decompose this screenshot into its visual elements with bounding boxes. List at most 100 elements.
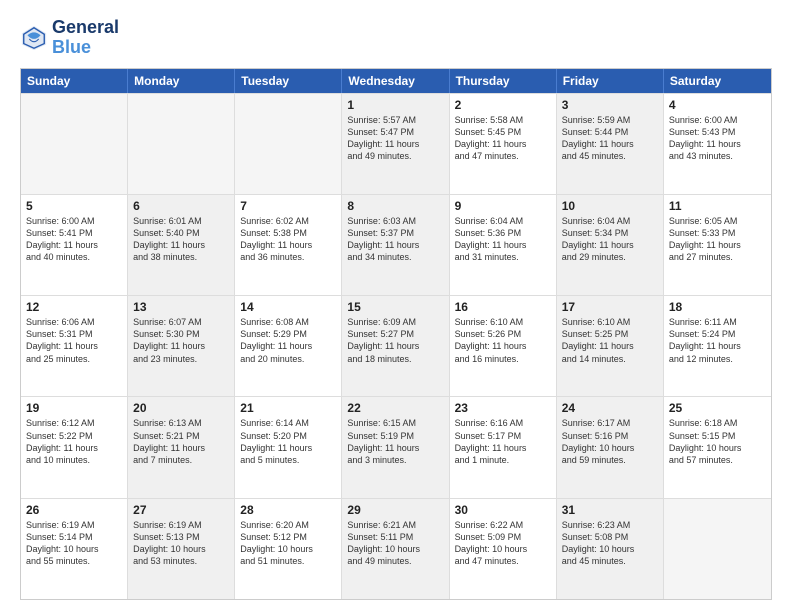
day-number: 8	[347, 199, 443, 213]
day-number: 19	[26, 401, 122, 415]
calendar-row-0: 1Sunrise: 5:57 AM Sunset: 5:47 PM Daylig…	[21, 93, 771, 194]
day-number: 3	[562, 98, 658, 112]
calendar-cell-day-16: 16 Sunrise: 6:10 AM Sunset: 5:26 PM Dayli…	[450, 296, 557, 396]
calendar-cell-day-20: 20 Sunrise: 6:13 AM Sunset: 5:21 PM Dayli…	[128, 397, 235, 497]
calendar-cell-day-8: 8Sunrise: 6:03 AM Sunset: 5:37 PM Daylig…	[342, 195, 449, 295]
calendar-cell-day-10: 10 Sunrise: 6:04 AM Sunset: 5:34 PM Dayli…	[557, 195, 664, 295]
day-number: 11	[669, 199, 766, 213]
calendar-cell-day-5: 5 Sunrise: 6:00 AM Sunset: 5:41 PM Daylig…	[21, 195, 128, 295]
calendar-header: SundayMondayTuesdayWednesdayThursdayFrid…	[21, 69, 771, 93]
calendar-cell-day-24: 24Sunrise: 6:17 AM Sunset: 5:16 PM Dayli…	[557, 397, 664, 497]
day-number: 27	[133, 503, 229, 517]
weekday-header-wednesday: Wednesday	[342, 69, 449, 93]
cell-info: Sunrise: 6:09 AM Sunset: 5:27 PM Dayligh…	[347, 316, 443, 365]
day-number: 23	[455, 401, 551, 415]
cell-info: Sunrise: 6:05 AM Sunset: 5:33 PM Dayligh…	[669, 215, 766, 264]
day-number: 7	[240, 199, 336, 213]
calendar-cell-day-23: 23Sunrise: 6:16 AM Sunset: 5:17 PM Dayli…	[450, 397, 557, 497]
day-number: 12	[26, 300, 122, 314]
calendar-body: 1Sunrise: 5:57 AM Sunset: 5:47 PM Daylig…	[21, 93, 771, 599]
calendar-cell-day-19: 19 Sunrise: 6:12 AM Sunset: 5:22 PM Dayli…	[21, 397, 128, 497]
cell-info: Sunrise: 6:23 AM Sunset: 5:08 PM Dayligh…	[562, 519, 658, 568]
calendar-cell-day-11: 11 Sunrise: 6:05 AM Sunset: 5:33 PM Dayli…	[664, 195, 771, 295]
day-number: 10	[562, 199, 658, 213]
day-number: 15	[347, 300, 443, 314]
cell-info: Sunrise: 6:10 AM Sunset: 5:25 PM Dayligh…	[562, 316, 658, 365]
cell-info: Sunrise: 6:22 AM Sunset: 5:09 PM Dayligh…	[455, 519, 551, 568]
calendar-cell-day-18: 18 Sunrise: 6:11 AM Sunset: 5:24 PM Dayli…	[664, 296, 771, 396]
cell-info: Sunrise: 6:13 AM Sunset: 5:21 PM Dayligh…	[133, 417, 229, 466]
calendar-cell-empty-0-0	[21, 94, 128, 194]
cell-info: Sunrise: 6:10 AM Sunset: 5:26 PM Dayligh…	[455, 316, 551, 365]
day-number: 2	[455, 98, 551, 112]
day-number: 24	[562, 401, 658, 415]
calendar-cell-day-14: 14 Sunrise: 6:08 AM Sunset: 5:29 PM Dayli…	[235, 296, 342, 396]
day-number: 4	[669, 98, 766, 112]
day-number: 26	[26, 503, 122, 517]
cell-info: Sunrise: 5:59 AM Sunset: 5:44 PM Dayligh…	[562, 114, 658, 163]
cell-info: Sunrise: 6:12 AM Sunset: 5:22 PM Dayligh…	[26, 417, 122, 466]
calendar-cell-day-27: 27Sunrise: 6:19 AM Sunset: 5:13 PM Dayli…	[128, 499, 235, 599]
calendar-cell-day-17: 17Sunrise: 6:10 AM Sunset: 5:25 PM Dayli…	[557, 296, 664, 396]
header: General Blue	[20, 18, 772, 58]
logo-icon	[20, 24, 48, 52]
cell-info: Sunrise: 6:11 AM Sunset: 5:24 PM Dayligh…	[669, 316, 766, 365]
cell-info: Sunrise: 6:14 AM Sunset: 5:20 PM Dayligh…	[240, 417, 336, 466]
calendar-cell-day-31: 31 Sunrise: 6:23 AM Sunset: 5:08 PM Dayli…	[557, 499, 664, 599]
page: General Blue SundayMondayTuesdayWednesda…	[0, 0, 792, 612]
day-number: 28	[240, 503, 336, 517]
weekday-header-friday: Friday	[557, 69, 664, 93]
calendar-row-3: 19 Sunrise: 6:12 AM Sunset: 5:22 PM Dayli…	[21, 396, 771, 497]
day-number: 31	[562, 503, 658, 517]
calendar-cell-empty-0-1	[128, 94, 235, 194]
cell-info: Sunrise: 6:21 AM Sunset: 5:11 PM Dayligh…	[347, 519, 443, 568]
day-number: 18	[669, 300, 766, 314]
day-number: 14	[240, 300, 336, 314]
day-number: 22	[347, 401, 443, 415]
cell-info: Sunrise: 6:19 AM Sunset: 5:14 PM Dayligh…	[26, 519, 122, 568]
calendar-cell-day-3: 3 Sunrise: 5:59 AM Sunset: 5:44 PM Daylig…	[557, 94, 664, 194]
cell-info: Sunrise: 6:00 AM Sunset: 5:43 PM Dayligh…	[669, 114, 766, 163]
calendar-cell-day-29: 29 Sunrise: 6:21 AM Sunset: 5:11 PM Dayli…	[342, 499, 449, 599]
cell-info: Sunrise: 6:00 AM Sunset: 5:41 PM Dayligh…	[26, 215, 122, 264]
cell-info: Sunrise: 6:04 AM Sunset: 5:36 PM Dayligh…	[455, 215, 551, 264]
day-number: 6	[133, 199, 229, 213]
day-number: 9	[455, 199, 551, 213]
calendar-row-2: 12 Sunrise: 6:06 AM Sunset: 5:31 PM Dayli…	[21, 295, 771, 396]
calendar-cell-day-13: 13Sunrise: 6:07 AM Sunset: 5:30 PM Dayli…	[128, 296, 235, 396]
calendar-cell-empty-0-2	[235, 94, 342, 194]
cell-info: Sunrise: 6:18 AM Sunset: 5:15 PM Dayligh…	[669, 417, 766, 466]
calendar-cell-day-4: 4 Sunrise: 6:00 AM Sunset: 5:43 PM Daylig…	[664, 94, 771, 194]
day-number: 20	[133, 401, 229, 415]
weekday-header-monday: Monday	[128, 69, 235, 93]
day-number: 16	[455, 300, 551, 314]
calendar-cell-day-12: 12 Sunrise: 6:06 AM Sunset: 5:31 PM Dayli…	[21, 296, 128, 396]
day-number: 29	[347, 503, 443, 517]
cell-info: Sunrise: 6:15 AM Sunset: 5:19 PM Dayligh…	[347, 417, 443, 466]
day-number: 21	[240, 401, 336, 415]
calendar-cell-day-2: 2 Sunrise: 5:58 AM Sunset: 5:45 PM Daylig…	[450, 94, 557, 194]
cell-info: Sunrise: 6:06 AM Sunset: 5:31 PM Dayligh…	[26, 316, 122, 365]
day-number: 25	[669, 401, 766, 415]
day-number: 1	[347, 98, 443, 112]
calendar-cell-day-15: 15 Sunrise: 6:09 AM Sunset: 5:27 PM Dayli…	[342, 296, 449, 396]
calendar-cell-day-21: 21 Sunrise: 6:14 AM Sunset: 5:20 PM Dayli…	[235, 397, 342, 497]
calendar-cell-day-1: 1Sunrise: 5:57 AM Sunset: 5:47 PM Daylig…	[342, 94, 449, 194]
day-number: 5	[26, 199, 122, 213]
weekday-header-tuesday: Tuesday	[235, 69, 342, 93]
weekday-header-saturday: Saturday	[664, 69, 771, 93]
calendar-row-1: 5 Sunrise: 6:00 AM Sunset: 5:41 PM Daylig…	[21, 194, 771, 295]
logo-text: General Blue	[52, 18, 119, 58]
cell-info: Sunrise: 6:08 AM Sunset: 5:29 PM Dayligh…	[240, 316, 336, 365]
calendar-cell-day-7: 7 Sunrise: 6:02 AM Sunset: 5:38 PM Daylig…	[235, 195, 342, 295]
calendar-cell-day-26: 26 Sunrise: 6:19 AM Sunset: 5:14 PM Dayli…	[21, 499, 128, 599]
calendar-cell-day-25: 25 Sunrise: 6:18 AM Sunset: 5:15 PM Dayli…	[664, 397, 771, 497]
calendar-cell-day-22: 22 Sunrise: 6:15 AM Sunset: 5:19 PM Dayli…	[342, 397, 449, 497]
cell-info: Sunrise: 6:04 AM Sunset: 5:34 PM Dayligh…	[562, 215, 658, 264]
calendar: SundayMondayTuesdayWednesdayThursdayFrid…	[20, 68, 772, 600]
cell-info: Sunrise: 6:20 AM Sunset: 5:12 PM Dayligh…	[240, 519, 336, 568]
calendar-cell-day-28: 28 Sunrise: 6:20 AM Sunset: 5:12 PM Dayli…	[235, 499, 342, 599]
cell-info: Sunrise: 5:58 AM Sunset: 5:45 PM Dayligh…	[455, 114, 551, 163]
day-number: 13	[133, 300, 229, 314]
cell-info: Sunrise: 6:02 AM Sunset: 5:38 PM Dayligh…	[240, 215, 336, 264]
